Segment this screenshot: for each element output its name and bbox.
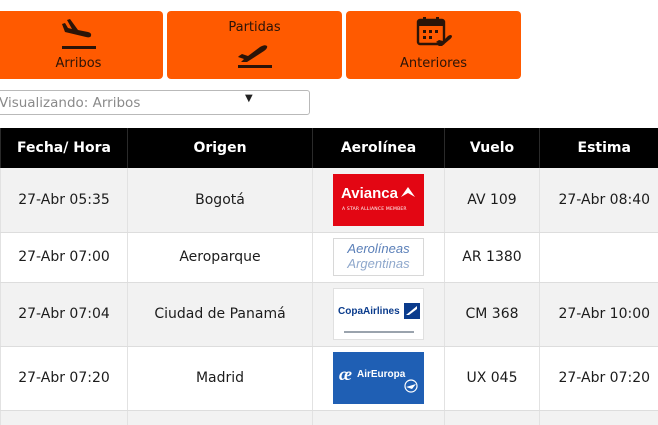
- cell-flight: CM 368: [444, 282, 540, 347]
- table-row[interactable]: 27-Abr 07:04 Ciudad de Panamá CopaAirlin…: [0, 282, 658, 347]
- cell-estimate: 27-Abr 07:20: [539, 346, 658, 411]
- header-flight: Vuelo: [444, 128, 540, 168]
- cell-estimate: [539, 232, 658, 283]
- cell-empty: [312, 410, 445, 425]
- air-europa-logo: æ AirEuropa: [333, 352, 424, 404]
- cell-origin: Ciudad de Panamá: [127, 282, 313, 347]
- header-datetime: Fecha/ Hora: [0, 128, 128, 168]
- cell-airline: æ AirEuropa: [312, 346, 445, 411]
- table-row[interactable]: 27-Abr 07:00 Aeroparque Aerolíneas Argen…: [0, 232, 658, 283]
- tab-previous-label: Anteriores: [400, 56, 467, 71]
- tab-arrivals-label: Arribos: [55, 56, 102, 71]
- copa-airlines-logo: CopaAirlines: [333, 288, 424, 340]
- table-header-row: Fecha/ Hora Origen Aerolínea Vuelo Estim…: [0, 128, 658, 168]
- tab-arrivals[interactable]: Arribos: [0, 11, 163, 79]
- view-select-value: Visualizando: Arribos: [0, 95, 141, 111]
- tab-departures[interactable]: Partidas: [167, 11, 342, 79]
- cell-empty: [0, 410, 128, 425]
- cell-airline: Aerolíneas Argentinas: [312, 232, 445, 283]
- cell-datetime: 27-Abr 05:35: [0, 168, 128, 233]
- plane-landing-icon: [0, 17, 163, 53]
- table-row[interactable]: [0, 410, 658, 425]
- cell-origin: Madrid: [127, 346, 313, 411]
- cell-flight: AV 109: [444, 168, 540, 233]
- cell-flight: AR 1380: [444, 232, 540, 283]
- tab-departures-label: Partidas: [228, 20, 281, 35]
- view-select[interactable]: Visualizando: Arribos ▼: [0, 90, 310, 115]
- table-row[interactable]: 27-Abr 05:35 Bogotá Avianca A STAR ALLIA…: [0, 168, 658, 233]
- flights-table: Fecha/ Hora Origen Aerolínea Vuelo Estim…: [0, 128, 658, 425]
- cell-airline: Avianca A STAR ALLIANCE MEMBER: [312, 168, 445, 233]
- calendar-plane-icon: [346, 16, 521, 52]
- header-airline: Aerolínea: [312, 128, 445, 168]
- cell-estimate: 27-Abr 08:40: [539, 168, 658, 233]
- cell-datetime: 27-Abr 07:00: [0, 232, 128, 283]
- aerolineas-argentinas-logo: Aerolíneas Argentinas: [333, 238, 424, 276]
- cell-flight: UX 045: [444, 346, 540, 411]
- cell-datetime: 27-Abr 07:04: [0, 282, 128, 347]
- tab-previous[interactable]: Anteriores: [346, 11, 521, 79]
- avianca-logo: Avianca A STAR ALLIANCE MEMBER: [333, 173, 424, 226]
- cell-empty: [444, 410, 540, 425]
- cell-empty: [127, 410, 313, 425]
- cell-airline: CopaAirlines: [312, 282, 445, 347]
- cell-datetime: 27-Abr 07:20: [0, 346, 128, 411]
- cell-estimate: 27-Abr 10:00: [539, 282, 658, 347]
- table-row[interactable]: 27-Abr 07:20 Madrid æ AirEuropa UX 045 2…: [0, 346, 658, 411]
- chevron-down-icon: ▼: [245, 93, 253, 104]
- header-estimate: Estima: [539, 128, 658, 168]
- plane-takeoff-icon: [167, 38, 342, 70]
- header-origin: Origen: [127, 128, 313, 168]
- cell-empty: [539, 410, 658, 425]
- cell-origin: Aeroparque: [127, 232, 313, 283]
- cell-origin: Bogotá: [127, 168, 313, 233]
